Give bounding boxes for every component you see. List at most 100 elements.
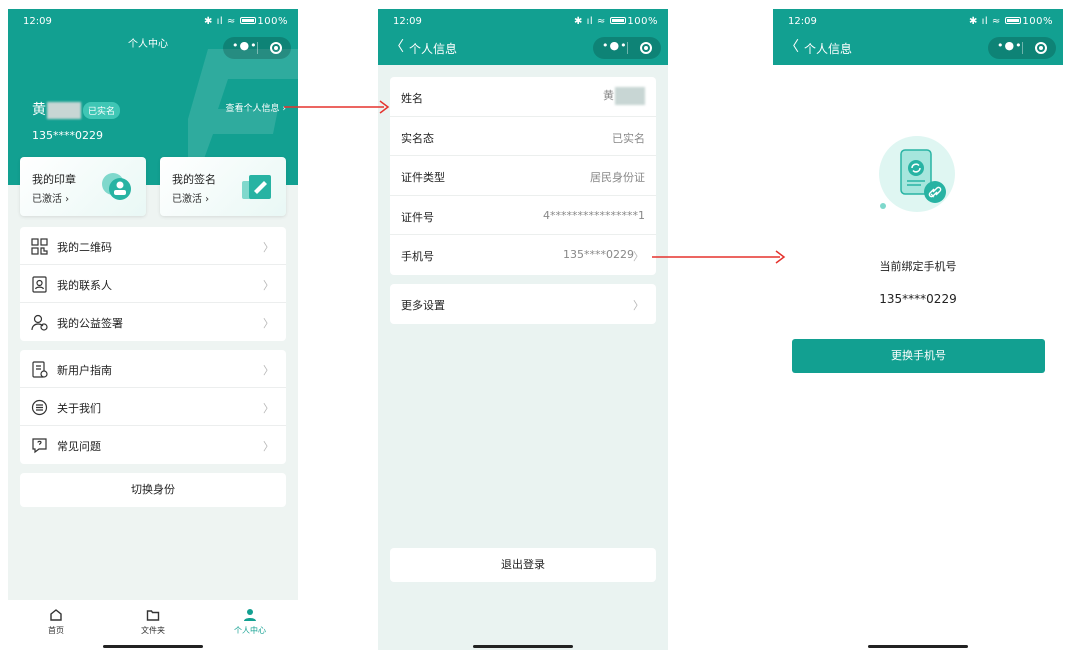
seal-icon: [102, 173, 131, 200]
screen-bound-phone: 12:09 ✱ ıl ≈ 100% 〈 个人信息 •●• 当前绑定手机号 135…: [773, 9, 1063, 650]
screen-personal-info: 12:09 ✱ ıl ≈ 100% 〈 个人信息 •●• 姓名 黄 实名态 已实…: [378, 9, 668, 650]
bound-phone-number: 135****0229: [879, 292, 957, 306]
menu-item-faq[interactable]: 常见问题 〉: [20, 426, 286, 464]
charity-sign-icon: [31, 314, 48, 331]
info-value: 黄: [603, 87, 645, 105]
tab-home[interactable]: 首页: [8, 608, 104, 636]
home-indicator: [473, 645, 573, 648]
phone-binding-illustration-icon: [879, 136, 955, 212]
contacts-icon: [32, 276, 47, 293]
info-value: 135****0229: [563, 248, 634, 261]
menu-item-contacts[interactable]: 我的联系人 〉: [20, 265, 286, 303]
page-title: 个人信息: [409, 42, 458, 56]
name-redaction: [47, 101, 81, 119]
qrcode-icon: [31, 238, 48, 255]
switch-identity-button[interactable]: 切换身份: [20, 473, 286, 507]
miniprogram-capsule[interactable]: •●•: [988, 37, 1056, 59]
user-icon: [244, 609, 256, 621]
signature-icon: [242, 175, 271, 199]
menu-item-guide[interactable]: 新用户指南 〉: [20, 350, 286, 388]
chevron-right-icon: 〉: [263, 241, 274, 254]
chevron-right-icon: 〉: [633, 250, 644, 263]
verified-badge: 已实名: [83, 101, 121, 119]
menu-group-2: 新用户指南 〉 关于我们 〉 常见问题 〉: [20, 350, 286, 464]
bound-phone-label: 当前绑定手机号: [879, 260, 957, 273]
miniprogram-capsule[interactable]: •●•: [223, 37, 291, 59]
card-status: 已激活 ›: [172, 194, 210, 205]
my-seal-card[interactable]: 我的印章 已激活 ›: [20, 157, 146, 216]
card-status: 已激活 ›: [32, 194, 70, 205]
status-bar: 12:09 ✱ ıl ≈ 100%: [8, 9, 298, 33]
flow-arrow-1: [284, 100, 390, 114]
info-row-phone[interactable]: 手机号 135****0229 〉: [390, 235, 656, 275]
faq-icon: [32, 438, 47, 454]
chevron-right-icon: 〉: [263, 317, 274, 330]
menu-item-qrcode[interactable]: 我的二维码 〉: [20, 227, 286, 265]
menu-item-label: 我的二维码: [57, 241, 112, 254]
flow-arrow-2: [652, 250, 786, 264]
back-icon[interactable]: 〈: [785, 40, 799, 54]
home-indicator: [103, 645, 203, 648]
name-redaction: [615, 87, 645, 105]
menu-item-about[interactable]: 关于我们 〉: [20, 388, 286, 426]
more-icon[interactable]: •●•: [232, 39, 258, 52]
info-row-id-type: 证件类型 居民身份证: [390, 156, 656, 196]
chevron-right-icon: 〉: [263, 364, 274, 377]
status-bar: 12:09 ✱ ıl ≈ 100%: [393, 16, 658, 27]
folder-icon: [146, 610, 160, 621]
info-row-id-number: 证件号 4****************1: [390, 196, 656, 235]
home-indicator: [868, 645, 968, 648]
view-personal-info-link[interactable]: 查看个人信息 ›: [226, 101, 287, 114]
menu-item-label: 常见问题: [57, 440, 101, 453]
status-icons: ✱ ıl ≈ 100%: [204, 16, 288, 27]
miniprogram-capsule[interactable]: •●•: [593, 37, 661, 59]
chevron-right-icon: 〉: [263, 279, 274, 292]
page-title: 个人信息: [804, 42, 853, 56]
guide-icon: [32, 361, 48, 378]
chevron-right-icon: 〉: [263, 402, 274, 415]
info-list: 姓名 黄 实名态 已实名 证件类型 居民身份证 证件号 4***********…: [390, 77, 656, 275]
more-icon[interactable]: •●•: [997, 39, 1023, 52]
menu-item-label: 新用户指南: [57, 364, 112, 377]
status-bar: 12:09 ✱ ıl ≈ 100%: [788, 16, 1053, 27]
info-row-verify-status: 实名态 已实名: [390, 117, 656, 156]
tab-personal-center[interactable]: 个人中心: [202, 608, 298, 636]
status-icons: ✱ ıl ≈ 100%: [969, 16, 1053, 27]
screen-personal-center: 12:09 ✱ ıl ≈ 100% 个人中心 •●• 黄已实名 135****0…: [8, 9, 298, 650]
page-title: 个人中心: [128, 39, 168, 50]
tab-bar: 首页 文件夹 个人中心: [8, 600, 298, 650]
info-value: 居民身份证: [590, 171, 645, 184]
user-name: 黄已实名: [32, 99, 121, 119]
close-miniprogram-icon[interactable]: [270, 42, 282, 54]
menu-item-label: 关于我们: [57, 402, 101, 415]
menu-item-label: 我的公益签署: [57, 317, 123, 330]
chevron-right-icon: 〉: [633, 299, 644, 312]
battery-icon: [1005, 16, 1022, 24]
back-icon[interactable]: 〈: [390, 40, 404, 54]
home-icon: [50, 609, 62, 621]
close-miniprogram-icon[interactable]: [1035, 42, 1047, 54]
menu-item-label: 我的联系人: [57, 279, 112, 292]
more-settings-row[interactable]: 更多设置 〉: [390, 284, 656, 324]
chevron-right-icon: 〉: [263, 440, 274, 453]
status-time: 12:09: [23, 16, 52, 27]
change-phone-button[interactable]: 更换手机号: [792, 339, 1045, 373]
close-miniprogram-icon[interactable]: [640, 42, 652, 54]
logout-button[interactable]: 退出登录: [390, 548, 656, 582]
my-signature-card[interactable]: 我的签名 已激活 ›: [160, 157, 286, 216]
info-value: 已实名: [612, 131, 645, 145]
tab-folder[interactable]: 文件夹: [105, 608, 201, 636]
more-icon[interactable]: •●•: [602, 39, 628, 52]
card-title: 我的签名: [172, 173, 216, 186]
more-settings-group: 更多设置 〉: [390, 284, 656, 324]
status-icons: ✱ ıl ≈ 100%: [574, 16, 658, 27]
menu-group-1: 我的二维码 〉 我的联系人 〉 我的公益签署 〉: [20, 227, 286, 341]
info-row-name: 姓名 黄: [390, 77, 656, 117]
user-phone: 135****0229: [32, 129, 103, 142]
battery-icon: [610, 16, 627, 24]
menu-item-charity-sign[interactable]: 我的公益签署 〉: [20, 303, 286, 341]
info-value: 4****************1: [543, 208, 645, 222]
battery-icon: [240, 16, 257, 24]
about-icon: [31, 399, 48, 416]
card-title: 我的印章: [32, 173, 76, 186]
